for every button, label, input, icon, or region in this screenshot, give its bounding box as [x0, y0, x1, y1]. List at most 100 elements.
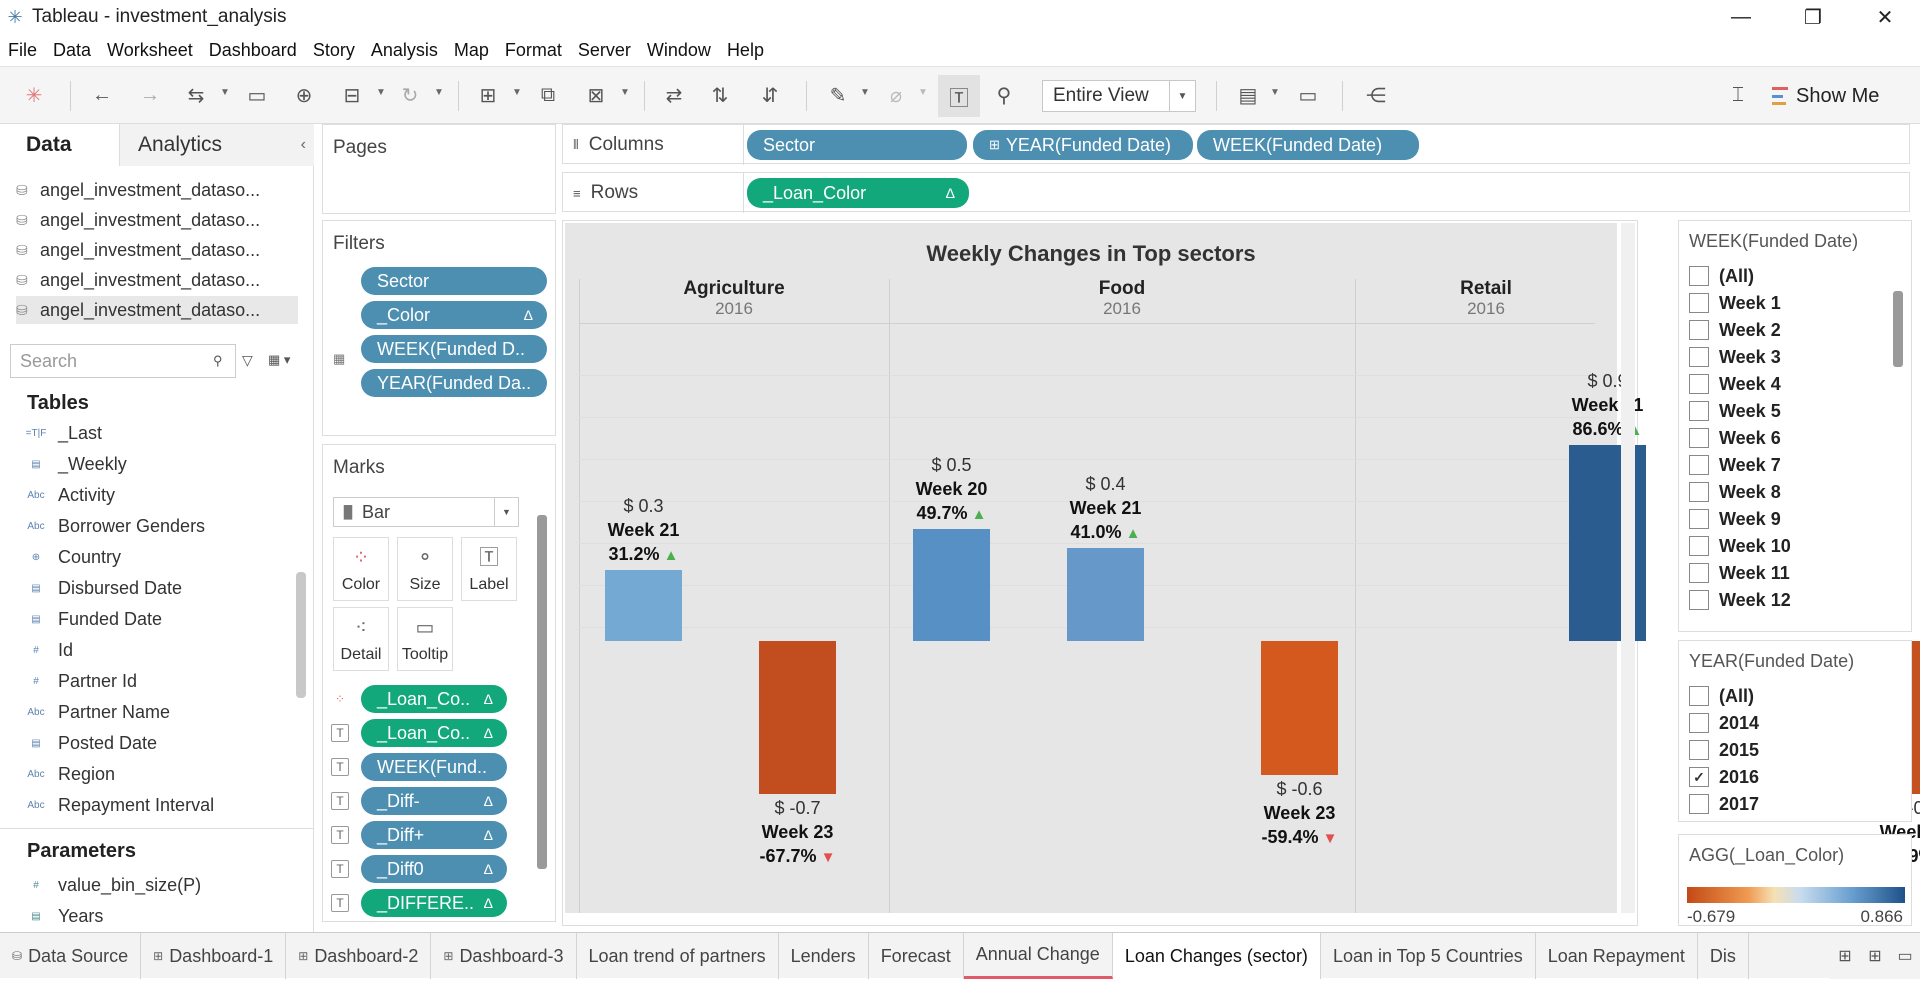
- checkbox[interactable]: [1689, 536, 1709, 556]
- checkbox[interactable]: [1689, 293, 1709, 313]
- menu-format[interactable]: Format: [497, 40, 570, 61]
- sheet-tab[interactable]: ⛁ Data Source: [0, 933, 142, 979]
- sheet-tab[interactable]: Lenders: [779, 933, 869, 979]
- view-options-icon[interactable]: ▦ ▾: [268, 352, 290, 368]
- week-filter-scrollbar[interactable]: [1893, 291, 1903, 367]
- week-filter-option[interactable]: Week 11: [1689, 562, 1790, 584]
- field-item[interactable]: Abc Repayment Interval: [24, 790, 284, 820]
- sheet-tab[interactable]: Loan Repayment: [1536, 933, 1698, 979]
- menu-map[interactable]: Map: [446, 40, 497, 61]
- year-filter-option[interactable]: 2015: [1689, 739, 1759, 761]
- tableau-home-icon[interactable]: ✳: [20, 81, 48, 109]
- checkbox[interactable]: [1689, 401, 1709, 421]
- new-worksheet-icon[interactable]: ⊞: [474, 81, 502, 109]
- filters-card[interactable]: Filters Sector _Color Δ WEEK(Funded D.. YEAR…: [322, 220, 556, 436]
- checkbox[interactable]: [1689, 428, 1709, 448]
- year-filter-panel[interactable]: YEAR(Funded Date) (All) 2014 2015 ✓ 2016 2017: [1678, 640, 1912, 822]
- week-filter-option[interactable]: Week 5: [1689, 400, 1781, 422]
- pause-updates-icon[interactable]: ⊟: [338, 81, 366, 109]
- chart-bar[interactable]: [759, 641, 836, 794]
- checkbox[interactable]: [1689, 266, 1709, 286]
- new-worksheet-tab-icon[interactable]: ⊞: [1830, 946, 1860, 966]
- field-item[interactable]: # Id: [24, 635, 284, 665]
- menu-dashboard[interactable]: Dashboard: [201, 40, 305, 61]
- data-search-input[interactable]: Search ⚲: [10, 344, 236, 378]
- view-size-dropdown[interactable]: Entire View ▼: [1042, 80, 1196, 112]
- field-item[interactable]: ▤ _Weekly: [24, 449, 284, 479]
- sheet-tab[interactable]: Annual Change: [963, 933, 1113, 979]
- sheet-tab[interactable]: ⊞ Dashboard-2: [286, 933, 432, 979]
- filter-pill[interactable]: Sector: [361, 267, 547, 295]
- data-pane-scrollbar[interactable]: [296, 572, 306, 698]
- pages-card[interactable]: Pages: [322, 124, 556, 214]
- checkbox[interactable]: [1689, 713, 1709, 733]
- highlight-icon[interactable]: ✎: [824, 81, 852, 109]
- week-filter-option[interactable]: Week 3: [1689, 346, 1781, 368]
- marks-field-pill[interactable]: _Loan_Co.. Δ: [361, 719, 507, 747]
- menu-data[interactable]: Data: [45, 40, 99, 61]
- week-filter-option[interactable]: Week 12: [1689, 589, 1791, 611]
- chart-bar[interactable]: [605, 570, 682, 641]
- menu-server[interactable]: Server: [570, 40, 639, 61]
- marks-card[interactable]: Marks ▐▌ Bar ▼ ⁘ Color ⚬ Size 🅃 Label ⁖ …: [322, 444, 556, 922]
- datasource-item[interactable]: ⛁ angel_investment_dataso...: [16, 236, 298, 264]
- week-filter-option[interactable]: Week 7: [1689, 454, 1781, 476]
- rows-pill[interactable]: _Loan_Color Δ: [747, 178, 969, 208]
- group-members-icon[interactable]: ⌀: [882, 81, 910, 109]
- size-button[interactable]: ⚬ Size: [397, 537, 453, 601]
- show-me-button[interactable]: Show Me: [1772, 81, 1879, 111]
- undo-icon[interactable]: ←: [88, 81, 116, 109]
- new-datasource-icon[interactable]: ⊕: [290, 81, 318, 109]
- field-item[interactable]: Abc Borrower Genders: [24, 511, 284, 541]
- marks-field-pill[interactable]: _DIFFERE.. Δ: [361, 889, 507, 917]
- datasource-item[interactable]: ⛁ angel_investment_dataso...: [16, 176, 298, 204]
- week-filter-panel[interactable]: WEEK(Funded Date) (All) Week 1 Week 2 Week …: [1678, 220, 1912, 632]
- presentation-mode-icon[interactable]: ▭: [1294, 81, 1322, 109]
- week-filter-option[interactable]: (All): [1689, 265, 1754, 287]
- columns-shelf[interactable]: ⦀ Columns Sector ⊞ YEAR(Funded Date) WEEK(Fu…: [562, 124, 1910, 165]
- year-filter-option[interactable]: 2014: [1689, 712, 1759, 734]
- rows-shelf[interactable]: ≡ Rows _Loan_Color Δ: [562, 172, 1910, 213]
- sheet-tab[interactable]: Loan Changes (sector): [1112, 933, 1321, 979]
- save-icon[interactable]: ▭: [243, 81, 271, 109]
- marks-scrollbar[interactable]: [537, 515, 547, 869]
- filter-pill[interactable]: _Color Δ: [361, 301, 547, 329]
- new-dashboard-tab-icon[interactable]: ⊞: [1860, 946, 1890, 966]
- new-story-tab-icon[interactable]: ▭: [1890, 946, 1920, 966]
- week-filter-option[interactable]: Week 9: [1689, 508, 1781, 530]
- sort-ascending-icon[interactable]: ⇅: [706, 81, 734, 109]
- checkbox[interactable]: [1689, 482, 1709, 502]
- sheet-tab[interactable]: Loan trend of partners: [577, 933, 779, 979]
- field-item[interactable]: ▤ Posted Date: [24, 728, 284, 758]
- field-item[interactable]: ▤ Disbursed Date: [24, 573, 284, 603]
- year-filter-option[interactable]: (All): [1689, 685, 1754, 707]
- sort-descending-icon[interactable]: ⇵: [756, 81, 784, 109]
- field-item[interactable]: Abc Region: [24, 759, 284, 789]
- field-item[interactable]: Abc Activity: [24, 480, 284, 510]
- sheet-tab[interactable]: Forecast: [869, 933, 964, 979]
- checkbox[interactable]: [1689, 686, 1709, 706]
- detail-button[interactable]: ⁖ Detail: [333, 607, 389, 671]
- filter-pill[interactable]: YEAR(Funded Da..: [361, 369, 547, 397]
- filter-pill[interactable]: WEEK(Funded D..: [361, 335, 547, 363]
- week-filter-option[interactable]: Week 2: [1689, 319, 1781, 341]
- minimize-icon[interactable]: —: [1712, 0, 1770, 34]
- chart-bar[interactable]: [1261, 641, 1338, 776]
- year-filter-option[interactable]: 2017: [1689, 793, 1759, 815]
- checkbox[interactable]: [1689, 563, 1709, 583]
- tab-analytics[interactable]: Analytics ‹: [120, 124, 314, 166]
- datasource-item[interactable]: ⛁ angel_investment_dataso...: [16, 296, 298, 324]
- field-item[interactable]: Abc Partner Name: [24, 697, 284, 727]
- tooltip-button[interactable]: ▭ Tooltip: [397, 607, 453, 671]
- tab-data[interactable]: Data: [0, 124, 120, 166]
- columns-pill[interactable]: ⊞ YEAR(Funded Date): [973, 130, 1193, 160]
- parameter-item[interactable]: ▤ Years: [24, 901, 284, 931]
- field-item[interactable]: # Partner Id: [24, 666, 284, 696]
- checkbox[interactable]: [1689, 740, 1709, 760]
- week-filter-option[interactable]: Week 10: [1689, 535, 1791, 557]
- show-mark-labels-icon[interactable]: 🅃: [938, 75, 980, 117]
- chart-plot-area[interactable]: Weekly Changes in Top sectors Agricultur…: [565, 223, 1920, 913]
- menu-window[interactable]: Window: [639, 40, 719, 61]
- viz-view[interactable]: Weekly Changes in Top sectors Agricultur…: [562, 220, 1920, 926]
- collapse-pane-icon[interactable]: ‹: [301, 136, 306, 154]
